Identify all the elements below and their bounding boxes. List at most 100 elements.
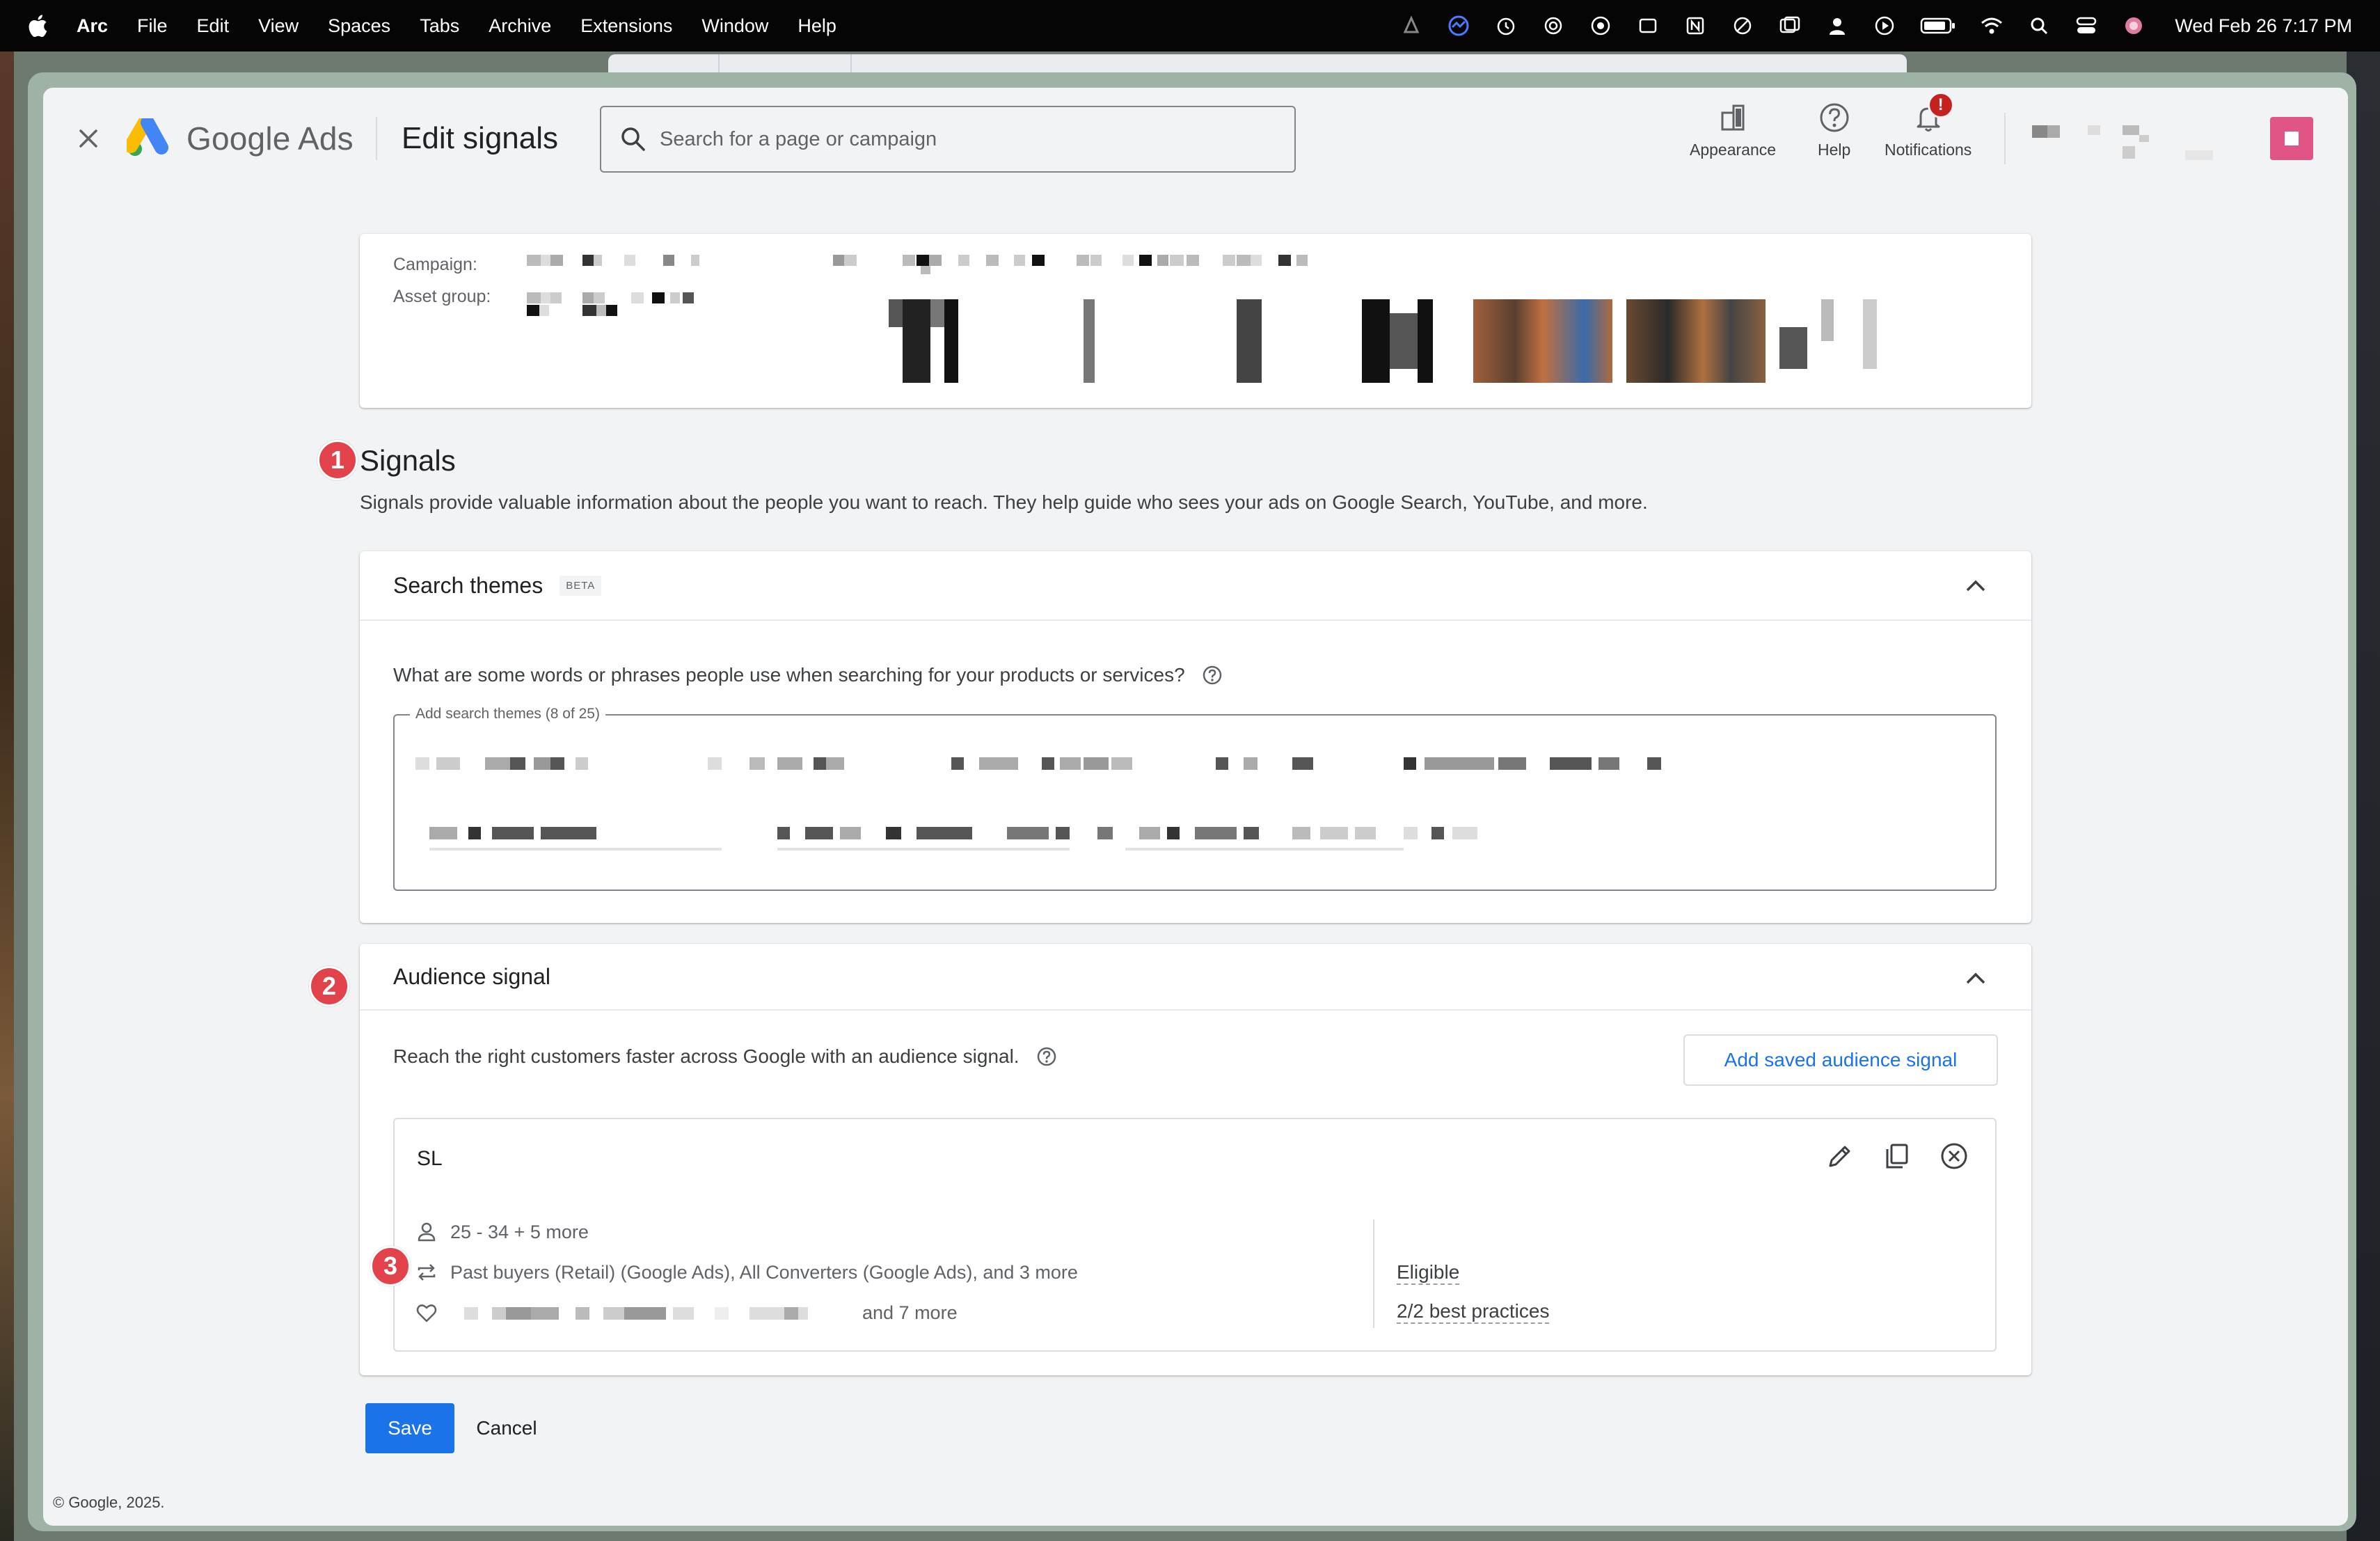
cancel-button[interactable]: Cancel bbox=[465, 1403, 548, 1453]
save-button[interactable]: Save bbox=[365, 1403, 454, 1453]
menubar-clock[interactable]: Wed Feb 26 7:17 PM bbox=[2175, 15, 2352, 37]
help-circle-icon[interactable] bbox=[1202, 665, 1223, 686]
menu-spaces[interactable]: Spaces bbox=[328, 15, 390, 37]
repeat-icon bbox=[418, 1264, 436, 1281]
demographics-text: 25 - 34 + 5 more bbox=[450, 1221, 589, 1242]
interests-redacted bbox=[450, 1304, 854, 1321]
tray-timer-icon[interactable] bbox=[1494, 14, 1518, 38]
tray-play-icon[interactable] bbox=[1873, 14, 1896, 38]
tray-target-icon[interactable] bbox=[1589, 14, 1612, 38]
search-input[interactable] bbox=[660, 127, 1272, 151]
help-icon bbox=[1820, 103, 1849, 132]
tray-windows-icon[interactable] bbox=[1778, 14, 1802, 38]
tray-openai-icon[interactable] bbox=[1541, 14, 1565, 38]
search-icon bbox=[621, 127, 645, 151]
remove-signal-button[interactable] bbox=[1938, 1140, 1970, 1172]
campaign-info-card: Campaign: Asset group: bbox=[360, 234, 2031, 408]
control-center-icon[interactable] bbox=[2074, 14, 2098, 38]
annotation-marker-2: 2 bbox=[309, 966, 349, 1006]
google-ads-logo-icon bbox=[127, 118, 168, 156]
header-divider bbox=[376, 117, 377, 160]
interests-row: and 7 more bbox=[415, 1302, 958, 1324]
desktop-wallpaper-edge bbox=[0, 52, 14, 1541]
tray-block-icon[interactable] bbox=[1731, 14, 1754, 38]
app-header: Google Ads Edit signals Appearance Help … bbox=[43, 88, 2348, 191]
add-saved-audience-signal-button[interactable]: Add saved audience signal bbox=[1683, 1034, 1998, 1086]
audience-signal-header[interactable]: Audience signal bbox=[360, 944, 2031, 1011]
tray-app-icon[interactable] bbox=[1399, 14, 1423, 38]
menu-window[interactable]: Window bbox=[701, 15, 768, 37]
interests-more-text: and 7 more bbox=[862, 1302, 958, 1323]
demographics-row: 25 - 34 + 5 more bbox=[415, 1221, 589, 1243]
copyright-footer: © Google, 2025. bbox=[53, 1494, 165, 1511]
battery-icon[interactable] bbox=[1920, 14, 1956, 38]
asset-images-redacted bbox=[889, 299, 1933, 390]
account-avatar[interactable] bbox=[2270, 117, 2313, 160]
asset-group-name-redacted bbox=[527, 292, 805, 334]
best-practices-link[interactable]: 2/2 best practices bbox=[1397, 1300, 1550, 1324]
close-button[interactable] bbox=[72, 123, 104, 155]
brand-name: Google Ads bbox=[187, 120, 354, 157]
campaign-name-redacted bbox=[527, 255, 1779, 283]
menu-edit[interactable]: Edit bbox=[197, 15, 230, 37]
browser-tab[interactable] bbox=[608, 54, 720, 72]
apple-logo-icon[interactable] bbox=[28, 15, 47, 37]
pencil-icon bbox=[1829, 1146, 1850, 1167]
search-theme-chips-row-1[interactable] bbox=[415, 757, 1974, 785]
macos-menu-bar: Arc File Edit View Spaces Tabs Archive E… bbox=[0, 0, 2380, 52]
header-separator bbox=[2004, 113, 2006, 164]
asset-group-label: Asset group: bbox=[393, 287, 491, 306]
edit-signal-button[interactable] bbox=[1824, 1140, 1856, 1172]
page-title: Edit signals bbox=[402, 121, 559, 155]
copy-signal-button[interactable] bbox=[1881, 1140, 1913, 1172]
appearance-button[interactable]: Appearance bbox=[1690, 102, 1776, 159]
browser-tab[interactable] bbox=[720, 54, 852, 72]
beta-badge: BETA bbox=[560, 575, 602, 596]
page-search-box[interactable] bbox=[600, 106, 1296, 173]
person-icon bbox=[418, 1222, 436, 1242]
appearance-label: Appearance bbox=[1690, 141, 1777, 159]
signals-description: Signals provide valuable information abo… bbox=[360, 491, 1648, 513]
search-themes-field-label: Add search themes (8 of 25) bbox=[410, 706, 605, 722]
tray-user-icon[interactable] bbox=[1825, 14, 1849, 38]
audience-description: Reach the right customers faster across … bbox=[393, 1045, 1020, 1067]
annotation-marker-1: 1 bbox=[317, 440, 358, 480]
menu-app-name[interactable]: Arc bbox=[77, 15, 108, 37]
search-themes-field[interactable]: Add search themes (8 of 25) bbox=[393, 706, 1997, 891]
campaign-label: Campaign: bbox=[393, 255, 477, 274]
audience-description-row: Reach the right customers faster across … bbox=[393, 1045, 1057, 1068]
wifi-icon[interactable] bbox=[1980, 14, 2004, 38]
google-ads-app: Google Ads Edit signals Appearance Help … bbox=[43, 88, 2348, 1526]
menu-extensions[interactable]: Extensions bbox=[580, 15, 672, 37]
search-theme-chips-row-2[interactable] bbox=[415, 827, 1974, 855]
menu-help[interactable]: Help bbox=[798, 15, 836, 37]
bell-icon-wrap: ! bbox=[1912, 92, 1954, 134]
tray-notion-icon[interactable] bbox=[1683, 14, 1707, 38]
appearance-icon bbox=[1721, 104, 1745, 131]
menu-view[interactable]: View bbox=[258, 15, 299, 37]
notifications-button[interactable]: ! Notifications bbox=[1885, 92, 1972, 159]
tray-clip-icon[interactable] bbox=[1636, 14, 1660, 38]
menu-archive[interactable]: Archive bbox=[489, 15, 551, 37]
your-data-text: Past buyers (Retail) (Google Ads), All C… bbox=[450, 1261, 1078, 1283]
audience-signal-actions bbox=[1824, 1140, 1970, 1172]
help-button[interactable]: Help bbox=[1818, 102, 1850, 159]
eligibility-status-link[interactable]: Eligible bbox=[1397, 1261, 1460, 1285]
browser-tab-strip bbox=[608, 54, 1907, 72]
status-tray: Wed Feb 26 7:17 PM bbox=[1399, 0, 2352, 52]
heart-icon bbox=[416, 1304, 437, 1322]
menu-file[interactable]: File bbox=[137, 15, 168, 37]
account-info-redacted[interactable] bbox=[2018, 116, 2296, 171]
help-circle-icon[interactable] bbox=[1036, 1046, 1057, 1067]
spotlight-search-icon[interactable] bbox=[2027, 14, 2051, 38]
tray-activity-icon[interactable] bbox=[1447, 14, 1470, 38]
copy-icon bbox=[1886, 1144, 1908, 1169]
search-themes-header[interactable]: Search themes BETA bbox=[360, 551, 2031, 621]
search-themes-title: Search themes bbox=[393, 572, 544, 598]
chevron-up-icon[interactable] bbox=[1962, 965, 1990, 993]
chevron-up-icon[interactable] bbox=[1962, 572, 1990, 600]
notifications-label: Notifications bbox=[1885, 141, 1972, 159]
siri-icon[interactable] bbox=[2122, 14, 2145, 38]
help-label: Help bbox=[1818, 141, 1851, 159]
menu-tabs[interactable]: Tabs bbox=[420, 15, 459, 37]
